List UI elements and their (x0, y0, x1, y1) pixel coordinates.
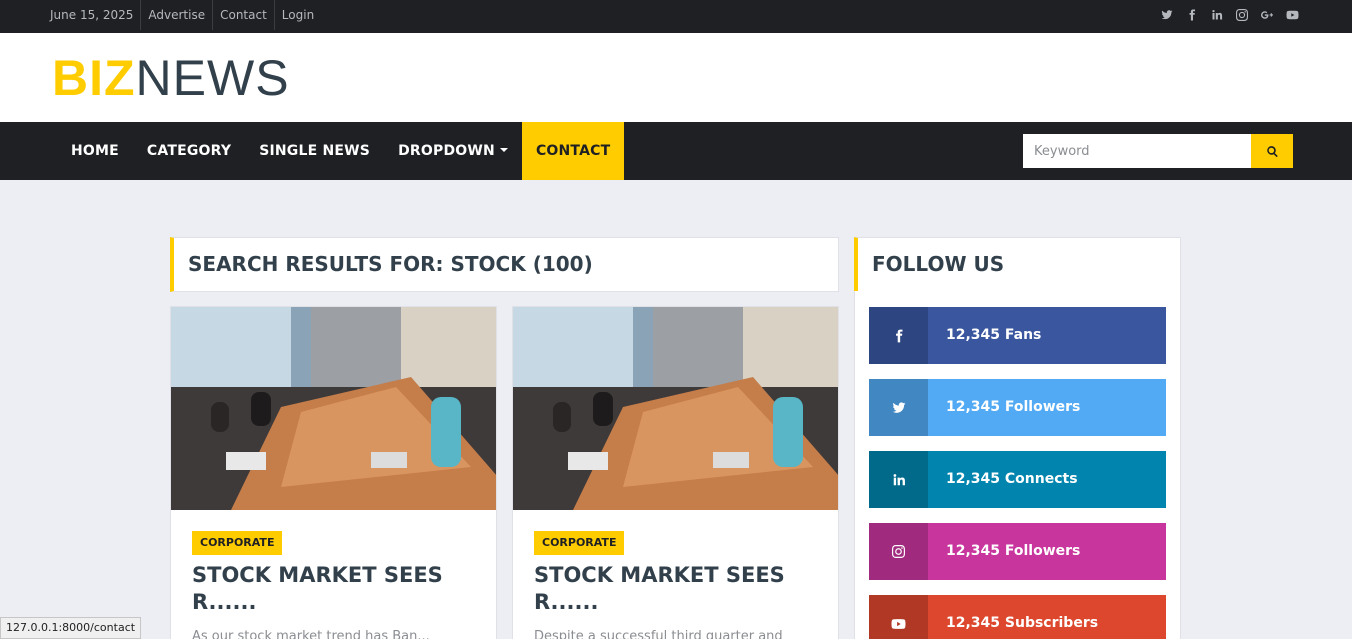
youtube-icon (869, 595, 928, 639)
nav-dropdown-label: DROPDOWN (398, 143, 495, 159)
card-excerpt: Despite a successful third quarter and (534, 629, 783, 639)
social-twitter-row[interactable]: 12,345 Followers (869, 379, 1166, 436)
nav-home[interactable]: HOME (57, 122, 133, 180)
search-icon (1266, 145, 1279, 158)
follow-us-title: FOLLOW US (872, 252, 1005, 276)
nav-category[interactable]: CATEGORY (133, 122, 245, 180)
login-link[interactable]: Login (275, 0, 321, 30)
facebook-icon[interactable] (1184, 7, 1200, 23)
social-facebook-row[interactable]: 12,345 Fans (869, 307, 1166, 364)
social-count: 12,345 Subscribers (946, 615, 1099, 631)
social-linkedin-row[interactable]: 12,345 Connects (869, 451, 1166, 508)
logo-part-news: NEWS (135, 50, 290, 106)
caret-down-icon (499, 148, 508, 152)
date-text: June 15, 2025 (43, 0, 142, 30)
logo-part-biz: BIZ (52, 50, 136, 106)
nav-dropdown[interactable]: DROPDOWN (384, 122, 522, 180)
social-instagram-row[interactable]: 12,345 Followers (869, 523, 1166, 580)
nav-single-news[interactable]: SINGLE NEWS (245, 122, 384, 180)
card-title[interactable]: STOCK MARKET SEES R...... (192, 562, 482, 616)
search-button[interactable] (1251, 134, 1293, 168)
facebook-icon (869, 307, 928, 364)
news-card[interactable]: CORPORATE STOCK MARKET SEES R...... As o… (170, 306, 497, 639)
youtube-icon[interactable] (1284, 7, 1300, 23)
instagram-icon (869, 523, 928, 580)
category-badge[interactable]: CORPORATE (192, 531, 283, 555)
twitter-icon[interactable] (1159, 7, 1175, 23)
instagram-icon[interactable] (1234, 7, 1250, 23)
social-count: 12,345 Followers (946, 399, 1081, 415)
category-badge[interactable]: CORPORATE (534, 531, 625, 555)
social-count: 12,345 Fans (946, 327, 1042, 343)
nav-contact[interactable]: CONTACT (521, 122, 625, 180)
social-youtube-row[interactable]: 12,345 Subscribers (869, 595, 1166, 639)
status-bar-url: 127.0.0.1:8000/contact (0, 617, 142, 639)
advertise-link[interactable]: Advertise (141, 0, 214, 30)
linkedin-icon (869, 451, 928, 508)
google-plus-icon[interactable] (1259, 7, 1275, 23)
meeting-photo[interactable] (513, 307, 839, 510)
twitter-icon (869, 379, 928, 436)
card-excerpt: As our stock market trend has Ban... (192, 629, 430, 639)
search-results-header: SEARCH RESULTS FOR: STOCK (100) (170, 237, 839, 292)
top-bar: June 15, 2025 Advertise Contact Login (0, 0, 1352, 33)
follow-us-header: FOLLOW US (854, 237, 1181, 292)
top-social-icons (1159, 0, 1300, 30)
top-links: June 15, 2025 Advertise Contact Login (43, 0, 321, 33)
linkedin-icon[interactable] (1209, 7, 1225, 23)
search-input[interactable] (1023, 134, 1251, 168)
card-title[interactable]: STOCK MARKET SEES R...... (534, 562, 824, 616)
social-count: 12,345 Connects (946, 471, 1078, 487)
contact-link[interactable]: Contact (213, 0, 275, 30)
search-form (1023, 134, 1293, 168)
logo-band: BIZNEWS (0, 33, 1352, 122)
news-card[interactable]: CORPORATE STOCK MARKET SEES R...... Desp… (512, 306, 839, 639)
search-results-title: SEARCH RESULTS FOR: STOCK (100) (188, 252, 593, 276)
meeting-photo[interactable] (171, 307, 497, 510)
site-logo[interactable]: BIZNEWS (52, 50, 290, 106)
social-count: 12,345 Followers (946, 543, 1081, 559)
